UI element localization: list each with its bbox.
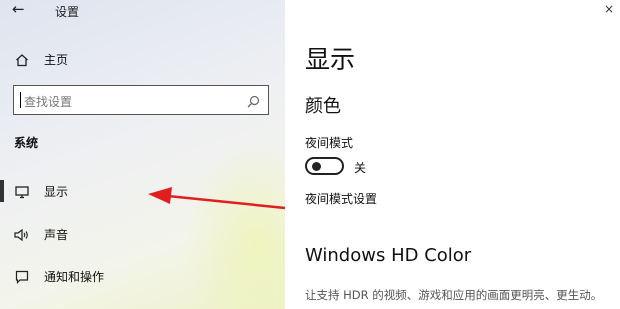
text-caret [20, 92, 21, 108]
sidebar-item-label: 声音 [44, 228, 69, 242]
section-heading-color: 颜色 [305, 96, 341, 117]
window-title: 设置 [55, 5, 80, 19]
home-icon [14, 52, 30, 68]
sidebar-item-home[interactable]: 主页 [14, 51, 68, 68]
search-icon[interactable] [247, 93, 260, 112]
close-icon[interactable]: × [604, 2, 614, 16]
night-mode-toggle[interactable] [305, 157, 344, 175]
night-mode-label: 夜间模式 [305, 136, 354, 150]
monitor-icon [14, 184, 30, 200]
search-input[interactable]: 查找设置 [13, 85, 269, 115]
page-title: 显示 [305, 45, 356, 74]
search-placeholder: 查找设置 [24, 95, 73, 109]
notification-icon [14, 269, 30, 285]
sidebar: ← 设置 主页 查找设置 系统 显示 声音 通知和操作 [0, 0, 285, 309]
sidebar-item-notifications[interactable]: 通知和操作 [14, 268, 104, 285]
toggle-knob [312, 162, 321, 171]
main-content: × 显示 颜色 夜间模式 关 夜间模式设置 Windows HD Color 让… [285, 0, 620, 309]
sidebar-item-display[interactable]: 显示 [14, 183, 68, 200]
sidebar-item-sound[interactable]: 声音 [14, 226, 68, 243]
section-heading-hdr: Windows HD Color [305, 245, 472, 266]
hdr-description: 让支持 HDR 的视频、游戏和应用的画面更明亮、更生动。 [305, 288, 603, 302]
back-arrow-icon[interactable]: ← [12, 2, 25, 17]
section-title: 系统 [14, 136, 39, 150]
sidebar-item-label: 显示 [44, 185, 69, 199]
selection-indicator [0, 180, 4, 202]
sidebar-item-label: 通知和操作 [44, 270, 105, 284]
sidebar-item-label: 主页 [44, 53, 69, 67]
night-mode-state: 关 [354, 161, 367, 175]
speaker-icon [14, 227, 30, 243]
night-mode-settings-link[interactable]: 夜间模式设置 [305, 190, 377, 207]
